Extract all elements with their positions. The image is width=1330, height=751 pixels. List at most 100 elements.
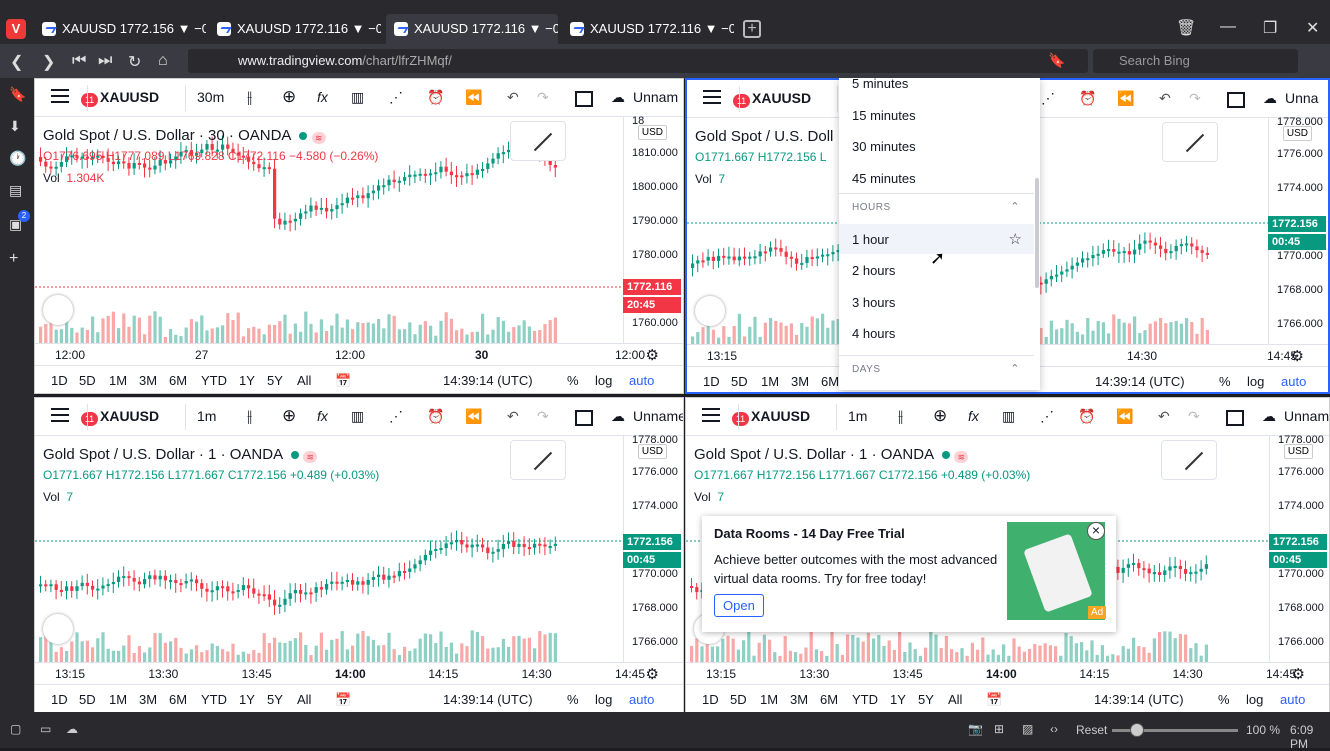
browser-tab-active[interactable]: XAUUSD 1772.116 ▼ −0.83 [386, 14, 558, 44]
price-axis[interactable]: 1778.000 1776.0001774.0001772.0001770.00… [1268, 116, 1328, 344]
history-icon[interactable]: 🕐 [9, 150, 26, 167]
browser-tab[interactable]: XAUUSD 1772.116 ▼ −0.83 [562, 14, 734, 44]
goto-date-icon[interactable]: 📅 [986, 692, 1002, 708]
compare-add-icon[interactable]: ⊕ [282, 406, 296, 426]
dropdown-item[interactable]: 5 minutes [839, 78, 1034, 98]
redo-icon[interactable]: ↷ [537, 408, 549, 425]
range-button[interactable]: All [948, 692, 962, 707]
dropdown-item[interactable]: 4 hours [839, 318, 1034, 348]
range-button[interactable]: All [297, 373, 311, 388]
drawing-tool-icon[interactable] [510, 440, 566, 480]
alert-icon[interactable]: ⏰ [1079, 90, 1096, 107]
range-button[interactable]: 1D [51, 373, 68, 388]
range-button[interactable]: 1Y [239, 373, 255, 388]
utc-clock[interactable]: 14:39:14 (UTC) [443, 692, 533, 707]
forward-icon[interactable]: ❯ [42, 52, 55, 72]
fast-forward-icon[interactable]: ⏭ [98, 52, 112, 70]
compare-add-icon[interactable]: ⊕ [933, 406, 947, 426]
notes-icon[interactable]: ▤ [9, 182, 22, 199]
range-button[interactable]: 5D [79, 373, 96, 388]
zoom-reset[interactable]: Reset [1076, 723, 1107, 737]
log-toggle[interactable]: log [595, 692, 612, 707]
interval-button[interactable]: 30m [197, 89, 224, 105]
close-window-icon[interactable]: ✕ [1306, 18, 1319, 38]
menu-icon[interactable]: 11 [703, 90, 750, 108]
settings-gear-icon[interactable]: ⚙ [646, 346, 659, 364]
range-button[interactable]: 6M [821, 374, 839, 389]
dropdown-item[interactable]: 45 minutes [839, 163, 1034, 193]
trash-icon[interactable]: 🗑 [1176, 18, 1196, 38]
vivaldi-menu-icon[interactable]: V [6, 19, 26, 39]
window-panel-icon[interactable]: ▣ 2 [9, 210, 30, 233]
auto-toggle[interactable]: auto [1281, 374, 1306, 389]
downloads-icon[interactable]: ⬇ [9, 118, 21, 135]
range-button[interactable]: All [297, 692, 311, 707]
redo-icon[interactable]: ↷ [1189, 90, 1201, 107]
utc-clock[interactable]: 14:39:14 (UTC) [1095, 374, 1185, 389]
range-button[interactable]: YTD [852, 692, 878, 707]
menu-icon[interactable]: 11 [702, 408, 749, 426]
percent-toggle[interactable]: % [567, 692, 579, 707]
restore-icon[interactable]: ❐ [1263, 18, 1277, 38]
log-toggle[interactable]: log [1247, 374, 1264, 389]
time-axis[interactable]: ⚙ 12:00 27 12:00 30 12:00 [35, 343, 683, 365]
undo-icon[interactable]: ↶ [1159, 90, 1171, 107]
layout-name[interactable]: Unnamed [633, 408, 683, 424]
percent-toggle[interactable]: % [567, 373, 579, 388]
range-button[interactable]: 5D [730, 692, 747, 707]
undo-icon[interactable]: ↶ [1158, 408, 1170, 425]
range-button[interactable]: 5D [731, 374, 748, 389]
range-button[interactable]: 1M [760, 692, 778, 707]
range-button[interactable]: 5Y [267, 692, 283, 707]
bookmark-icon[interactable]: 🔖 [1048, 52, 1065, 69]
percent-toggle[interactable]: % [1218, 692, 1230, 707]
range-button[interactable]: 1D [51, 692, 68, 707]
symbol-search[interactable]: XAUUSD [751, 408, 810, 424]
cloud-save-icon[interactable]: ☁ [611, 89, 625, 106]
price-axis[interactable]: 1778.000 1776.0001774.0001772.0001770.00… [623, 434, 683, 662]
url-field[interactable]: www.tradingview.com/chart/lfrZHMqf/ [188, 49, 1088, 73]
cloud-save-icon[interactable]: ☁ [1263, 90, 1277, 107]
zoom-slider-thumb[interactable] [1130, 723, 1144, 737]
indicators-icon[interactable]: fx [968, 408, 979, 424]
compare-add-icon[interactable]: ⊕ [282, 87, 296, 107]
replay-icon[interactable]: ⏪ [465, 89, 482, 106]
chart-pane[interactable]: 11 XAUUSD 1m ⫲ ⊕ fx ▥ ⋰ ⏰ ⏪ ↶ ↷ ☁ Unname… [34, 397, 684, 713]
replay-icon[interactable]: ⏪ [465, 408, 482, 425]
range-button[interactable]: 6M [820, 692, 838, 707]
templates-icon[interactable]: ⋰ [1040, 408, 1054, 425]
camera-icon[interactable]: 📷 [968, 722, 983, 736]
replay-icon[interactable]: ⏪ [1117, 90, 1134, 107]
tradingview-logo-icon[interactable] [43, 295, 73, 325]
range-button[interactable]: 3M [790, 692, 808, 707]
candle-style-icon[interactable]: ⫲ [247, 89, 252, 107]
time-axis[interactable]: ⚙ 13:15 13:30 13:45 14:00 14:15 14:30 14:45 [686, 662, 1329, 684]
price-axis[interactable]: 1778.000 1776.0001774.0001772.0001770.00… [1269, 434, 1329, 662]
interval-button[interactable]: 1m [848, 408, 867, 424]
drawing-tool-icon[interactable] [1161, 440, 1217, 480]
time-axis[interactable]: ⚙ 13:15 13:30 13:45 14:00 14:15 14:30 14:45 [35, 662, 683, 684]
chart-pane[interactable]: 11 XAUUSD 30m ⫲ ⊕ fx ▥ ⋰ ⏰ ⏪ ↶ ↷ ☁ Unnam… [34, 78, 684, 394]
financials-icon[interactable]: ▥ [351, 408, 364, 425]
goto-date-icon[interactable]: 📅 [335, 692, 351, 708]
candle-style-icon[interactable]: ⫲ [247, 408, 252, 426]
panel-toggle-icon[interactable]: ▢ [10, 722, 21, 736]
candle-style-icon[interactable]: ⫲ [898, 408, 903, 426]
menu-icon[interactable]: 11 [51, 89, 98, 107]
tradingview-logo-icon[interactable] [43, 614, 73, 644]
log-toggle[interactable]: log [595, 373, 612, 388]
drawing-tool-icon[interactable] [1162, 122, 1218, 162]
days-section-header[interactable]: DAYS ⌃ [839, 355, 1034, 383]
zoom-slider[interactable] [1112, 723, 1238, 737]
percent-toggle[interactable]: % [1219, 374, 1231, 389]
fullscreen-icon[interactable] [1227, 92, 1245, 108]
log-toggle[interactable]: log [1246, 692, 1263, 707]
rewind-icon[interactable]: ⏮ [72, 52, 86, 70]
range-button[interactable]: 1D [702, 692, 719, 707]
range-button[interactable]: 5Y [918, 692, 934, 707]
layout-name[interactable]: Unname [1284, 408, 1329, 424]
auto-toggle[interactable]: auto [629, 692, 654, 707]
tradingview-logo-icon[interactable] [695, 296, 725, 326]
range-button[interactable]: 1M [109, 373, 127, 388]
range-button[interactable]: 1M [761, 374, 779, 389]
